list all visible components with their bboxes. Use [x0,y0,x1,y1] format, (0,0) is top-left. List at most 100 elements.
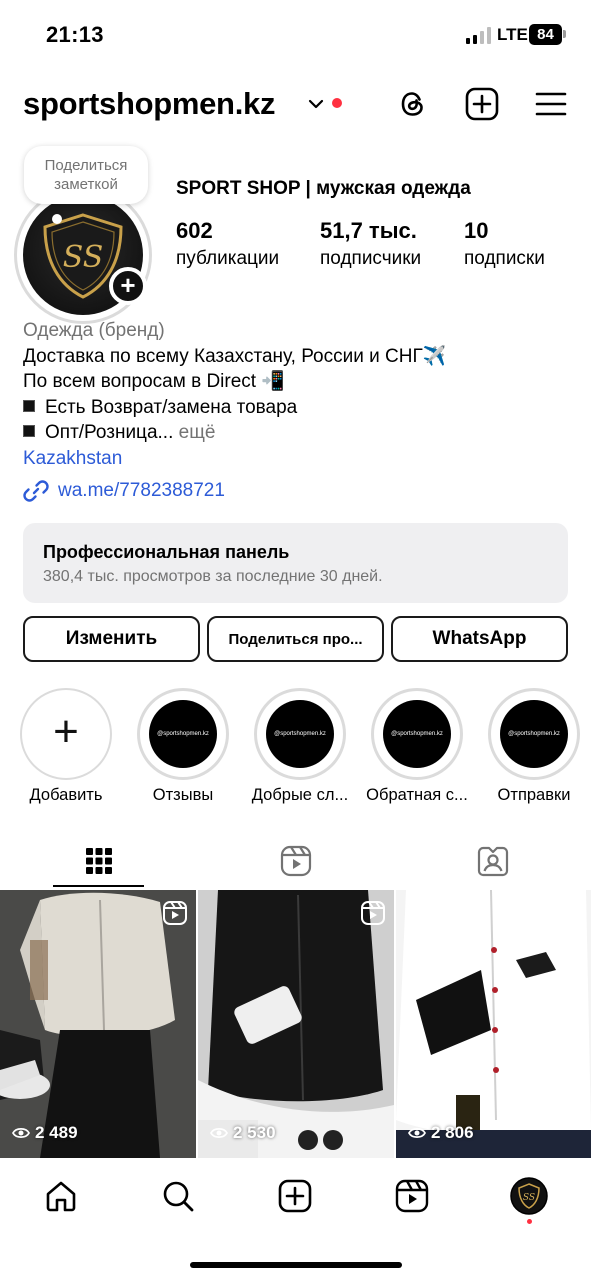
share-note-bubble[interactable]: Поделиться заметкой [24,146,148,204]
eye-icon [210,1127,228,1139]
stat-label: подписчики [320,248,422,269]
pro-panel-subtitle: 380,4 тыс. просмотров за последние 30 дн… [43,568,383,585]
stat-following[interactable]: 10 подписки [464,218,545,270]
status-bar: 21:13 LTE 84 [0,0,591,70]
svg-text:SS: SS [63,240,104,275]
view-count: 2 489 [35,1123,78,1142]
bio-line: Опт/Розница... ещё [23,420,568,446]
edit-profile-button[interactable]: Изменить [23,616,200,662]
reels-icon [395,1179,429,1213]
location-link[interactable]: Kazakhstan [23,446,568,472]
highlight-add[interactable]: + Добавить [20,688,112,804]
stat-label: подписки [464,248,545,269]
signal-icon [466,27,491,44]
create-icon [278,1179,312,1213]
notification-dot [332,98,342,108]
highlight-cover: @sportshopmen.kz [371,688,463,780]
plus-icon: + [53,707,79,756]
stat-value: 602 [176,218,213,243]
eye-icon [408,1127,426,1139]
post-thumbnail[interactable]: 2 806 [396,890,591,1158]
highlight-cover-text: @sportshopmen.kz [500,700,568,768]
external-link[interactable]: wa.me/7782388721 [23,478,225,504]
highlight-add-circle: + [20,688,112,780]
bio-line: Доставка по всему Казахстану, России и С… [23,345,447,367]
bio: Одежда (бренд) Доставка по всему Казахст… [23,318,568,472]
post-image [0,890,196,1158]
more-link[interactable]: ещё [173,422,216,443]
highlight-label: Обратная с... [366,786,468,804]
tagged-icon [477,846,508,877]
reel-badge-icon [361,901,385,925]
highlight-item[interactable]: @sportshopmen.kz Отправки [488,688,580,804]
account-switcher[interactable]: sportshopmen.kz [23,86,275,122]
home-indicator [190,1262,402,1268]
nav-reels[interactable] [392,1176,432,1216]
post-thumbnail[interactable]: 2 530 [198,890,394,1158]
search-icon [163,1181,194,1212]
stat-value: 51,7 тыс. [320,218,417,243]
square-bullet-icon [23,425,35,438]
stat-posts[interactable]: 602 публикации [176,218,279,270]
battery-cap [563,30,566,38]
nav-home[interactable] [41,1176,81,1216]
highlight-item[interactable]: @sportshopmen.kz Добрые сл... [252,688,348,804]
stat-value: 10 [464,218,489,243]
whatsapp-button[interactable]: WhatsApp [391,616,568,662]
profile-header: sportshopmen.kz [0,80,591,132]
highlight-cover: @sportshopmen.kz [254,688,346,780]
link-url: wa.me/7782388721 [58,480,225,501]
display-name: SPORT SHOP | мужская одежда [176,178,471,199]
eye-icon [12,1127,30,1139]
battery-icon: 84 [529,24,562,45]
highlight-cover: @sportshopmen.kz [488,688,580,780]
threads-icon[interactable] [395,86,431,122]
reels-icon [280,845,311,877]
highlight-item[interactable]: @sportshopmen.kz Обратная с... [366,688,468,804]
post-views: 2 489 [12,1123,78,1143]
pro-panel-title: Профессиональная панель [43,542,290,562]
tab-reels[interactable] [250,838,341,884]
share-profile-button[interactable]: Поделиться про... [207,616,384,662]
highlight-item[interactable]: @sportshopmen.kz Отзывы [137,688,229,804]
grid-icon [85,848,112,874]
category-label: Одежда (бренд) [23,320,165,341]
note-bubble-tail [52,214,62,224]
notification-dot [527,1219,532,1224]
post-thumbnail[interactable]: 2 489 [0,890,196,1158]
post-views: 2 530 [210,1123,276,1143]
tab-posts-grid[interactable] [53,838,144,884]
nav-search[interactable] [158,1176,198,1216]
post-image [396,890,591,1158]
highlight-label: Добрые сл... [251,786,349,804]
nav-profile[interactable]: SS [509,1176,549,1216]
highlight-cover-text: @sportshopmen.kz [149,700,217,768]
add-story-button[interactable]: + [109,267,147,305]
reel-badge-icon [558,901,582,925]
link-icon [23,480,49,502]
nav-create[interactable] [275,1176,315,1216]
chevron-down-icon[interactable] [306,94,326,114]
network-type: LTE [497,25,528,44]
square-bullet-icon [23,399,35,412]
highlight-label: Добавить [29,786,103,804]
svg-text:SS: SS [523,1193,535,1203]
post-views: 2 806 [408,1123,474,1143]
share-note-label: Поделиться заметкой [44,157,128,193]
professional-dashboard[interactable]: Профессиональная панель 380,4 тыс. просм… [23,523,568,603]
active-tab-indicator [53,885,144,887]
highlight-cover: @sportshopmen.kz [137,688,229,780]
menu-icon[interactable] [533,86,569,122]
tab-tagged[interactable] [447,838,538,884]
view-count: 2 806 [431,1123,474,1142]
create-post-icon[interactable] [464,86,500,122]
highlight-label: Отзывы [152,786,214,804]
view-count: 2 530 [233,1123,276,1142]
bio-line: Есть Возврат/замена товара [23,395,568,421]
highlight-cover-text: @sportshopmen.kz [266,700,334,768]
clock: 21:13 [46,22,104,47]
stat-followers[interactable]: 51,7 тыс. подписчики [320,218,421,270]
posts-grid: 2 489 2 530 2 806 [0,890,591,1158]
reel-badge-icon [163,901,187,925]
highlight-label: Отправки [497,786,571,804]
